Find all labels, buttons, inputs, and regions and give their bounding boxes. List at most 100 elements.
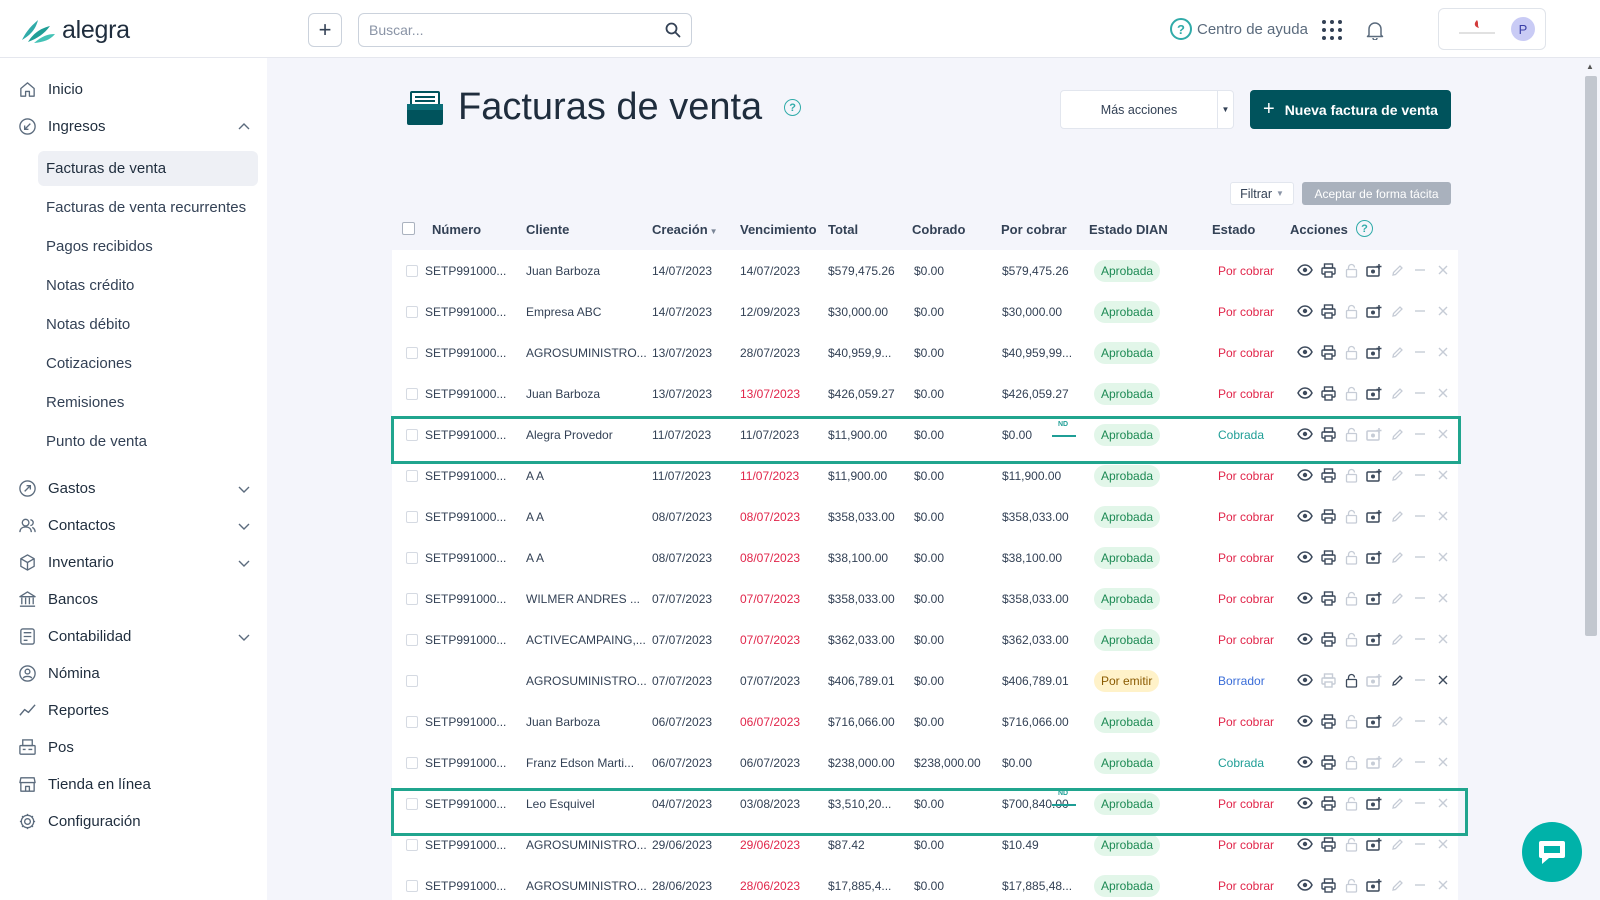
- row-checkbox[interactable]: [406, 347, 418, 359]
- row-checkbox[interactable]: [406, 675, 418, 687]
- invoice-number[interactable]: SETP991000...: [425, 387, 506, 401]
- table-row[interactable]: SETP991000... Juan Barboza 13/07/2023 13/07…: [392, 373, 1458, 415]
- sidebar-subitem-remisiones[interactable]: Remisiones: [38, 385, 258, 420]
- view-icon[interactable]: [1297, 795, 1313, 811]
- invoice-number[interactable]: SETP991000...: [425, 346, 506, 360]
- edit-icon[interactable]: [1389, 672, 1405, 688]
- table-row[interactable]: SETP991000... AGROSUMINISTRO... 13/07/2023…: [392, 332, 1458, 374]
- row-checkbox[interactable]: [406, 388, 418, 400]
- invoice-number[interactable]: SETP991000...: [425, 264, 506, 278]
- close-icon[interactable]: [1435, 672, 1451, 688]
- print-icon[interactable]: [1320, 508, 1336, 524]
- sidebar-item-contactos[interactable]: Contactos: [18, 516, 250, 535]
- payment-icon[interactable]: [1366, 836, 1382, 852]
- print-icon[interactable]: [1320, 713, 1336, 729]
- payment-icon[interactable]: [1366, 713, 1382, 729]
- page-help-icon[interactable]: ?: [784, 99, 802, 116]
- view-icon[interactable]: [1297, 385, 1313, 401]
- actions-help-icon[interactable]: ?: [1356, 220, 1373, 237]
- payment-icon[interactable]: [1366, 303, 1382, 319]
- sidebar-item-pos[interactable]: Pos: [18, 738, 250, 757]
- table-row[interactable]: SETP991000... A A 08/07/2023 08/07/2023 $358…: [392, 496, 1458, 538]
- invoice-number[interactable]: SETP991000...: [425, 756, 506, 770]
- view-icon[interactable]: [1297, 590, 1313, 606]
- scroll-up-arrow-icon[interactable]: ▲: [1586, 62, 1594, 71]
- sidebar-item-gastos[interactable]: Gastos: [18, 479, 250, 498]
- sidebar-item-configuracion[interactable]: Configuración: [18, 812, 250, 831]
- sidebar-subitem-notas-debito[interactable]: Notas débito: [38, 307, 258, 342]
- print-icon[interactable]: [1320, 672, 1336, 688]
- sidebar-item-reportes[interactable]: Reportes: [18, 701, 250, 720]
- print-icon[interactable]: [1320, 795, 1336, 811]
- print-icon[interactable]: [1320, 549, 1336, 565]
- table-row[interactable]: SETP991000... Empresa ABC 14/07/2023 12/09/…: [392, 291, 1458, 333]
- column-header-creacion[interactable]: Creación ▼: [652, 222, 718, 237]
- payment-icon[interactable]: [1366, 795, 1382, 811]
- column-header-total[interactable]: Total: [828, 222, 858, 237]
- print-icon[interactable]: [1320, 590, 1336, 606]
- invoice-number[interactable]: SETP991000...: [425, 469, 506, 483]
- view-icon[interactable]: [1297, 344, 1313, 360]
- alegra-logo[interactable]: alegra: [20, 16, 130, 45]
- payment-icon[interactable]: [1366, 344, 1382, 360]
- row-checkbox[interactable]: [406, 798, 418, 810]
- column-header-cobrado[interactable]: Cobrado: [912, 222, 965, 237]
- column-header-cliente[interactable]: Cliente: [526, 222, 569, 237]
- column-header-por-cobrar[interactable]: Por cobrar: [1001, 222, 1067, 237]
- table-row[interactable]: SETP991000... Juan Barboza 14/07/2023 14/07…: [392, 250, 1458, 292]
- view-icon[interactable]: [1297, 508, 1313, 524]
- invoice-number[interactable]: SETP991000...: [425, 633, 506, 647]
- lock-icon[interactable]: [1343, 672, 1359, 688]
- table-row[interactable]: SETP991000... Franz Edson Marti... 06/07/2…: [392, 742, 1458, 784]
- print-icon[interactable]: [1320, 426, 1336, 442]
- search-icon[interactable]: [665, 22, 681, 38]
- sidebar-item-inicio[interactable]: Inicio: [18, 80, 250, 99]
- view-icon[interactable]: [1297, 262, 1313, 278]
- print-icon[interactable]: [1320, 303, 1336, 319]
- invoice-number[interactable]: SETP991000...: [425, 428, 506, 442]
- row-checkbox[interactable]: [406, 757, 418, 769]
- row-checkbox[interactable]: [406, 634, 418, 646]
- payment-icon[interactable]: [1366, 590, 1382, 606]
- caret-down-icon[interactable]: ▼: [1217, 91, 1233, 128]
- row-checkbox[interactable]: [406, 511, 418, 523]
- row-checkbox[interactable]: [406, 306, 418, 318]
- view-icon[interactable]: [1297, 426, 1313, 442]
- print-icon[interactable]: [1320, 754, 1336, 770]
- sidebar-subitem-pagos-recibidos[interactable]: Pagos recibidos: [38, 229, 258, 264]
- sidebar-item-tienda-en-linea[interactable]: Tienda en línea: [18, 775, 250, 794]
- print-icon[interactable]: [1320, 385, 1336, 401]
- payment-icon[interactable]: [1366, 262, 1382, 278]
- print-icon[interactable]: [1320, 344, 1336, 360]
- row-checkbox[interactable]: [406, 880, 418, 892]
- filter-button[interactable]: Filtrar ▼: [1230, 182, 1294, 205]
- sidebar-subitem-facturas-de-venta[interactable]: Facturas de venta: [38, 151, 258, 186]
- sidebar-subitem-cotizaciones[interactable]: Cotizaciones: [38, 346, 258, 381]
- accept-tacit-button[interactable]: Aceptar de forma tácita: [1302, 182, 1451, 205]
- row-checkbox[interactable]: [406, 552, 418, 564]
- invoice-number[interactable]: SETP991000...: [425, 592, 506, 606]
- table-row[interactable]: SETP991000... ACTIVECAMPAING,... 07/07/202…: [392, 619, 1458, 661]
- sidebar-item-nomina[interactable]: Nómina: [18, 664, 250, 683]
- table-row[interactable]: SETP991000... Alegra Provedor 11/07/2023 11…: [392, 414, 1458, 456]
- new-invoice-button[interactable]: + Nueva factura de venta: [1250, 90, 1451, 129]
- table-row[interactable]: AGROSUMINISTRO... 07/07/2023 07/07/2023 $40…: [392, 660, 1458, 702]
- company-account-menu[interactable]: P: [1438, 8, 1546, 50]
- invoice-number[interactable]: SETP991000...: [425, 838, 506, 852]
- sidebar-item-ingresos[interactable]: Ingresos: [18, 117, 250, 136]
- print-icon[interactable]: [1320, 262, 1336, 278]
- view-icon[interactable]: [1297, 836, 1313, 852]
- table-row[interactable]: SETP991000... AGROSUMINISTRO... 28/06/2023…: [392, 865, 1458, 900]
- row-checkbox[interactable]: [406, 470, 418, 482]
- more-actions-dropdown[interactable]: Más acciones ▼: [1060, 90, 1234, 129]
- quick-add-button[interactable]: +: [308, 13, 342, 47]
- print-icon[interactable]: [1320, 877, 1336, 893]
- print-icon[interactable]: [1320, 836, 1336, 852]
- scrollbar-thumb[interactable]: [1585, 76, 1597, 636]
- invoice-number[interactable]: SETP991000...: [425, 715, 506, 729]
- sidebar-item-contabilidad[interactable]: Contabilidad: [18, 627, 250, 646]
- table-row[interactable]: SETP991000... A A 08/07/2023 08/07/2023 $38,…: [392, 537, 1458, 579]
- apps-grid-icon[interactable]: [1322, 20, 1342, 40]
- print-icon[interactable]: [1320, 467, 1336, 483]
- invoice-number[interactable]: SETP991000...: [425, 879, 506, 893]
